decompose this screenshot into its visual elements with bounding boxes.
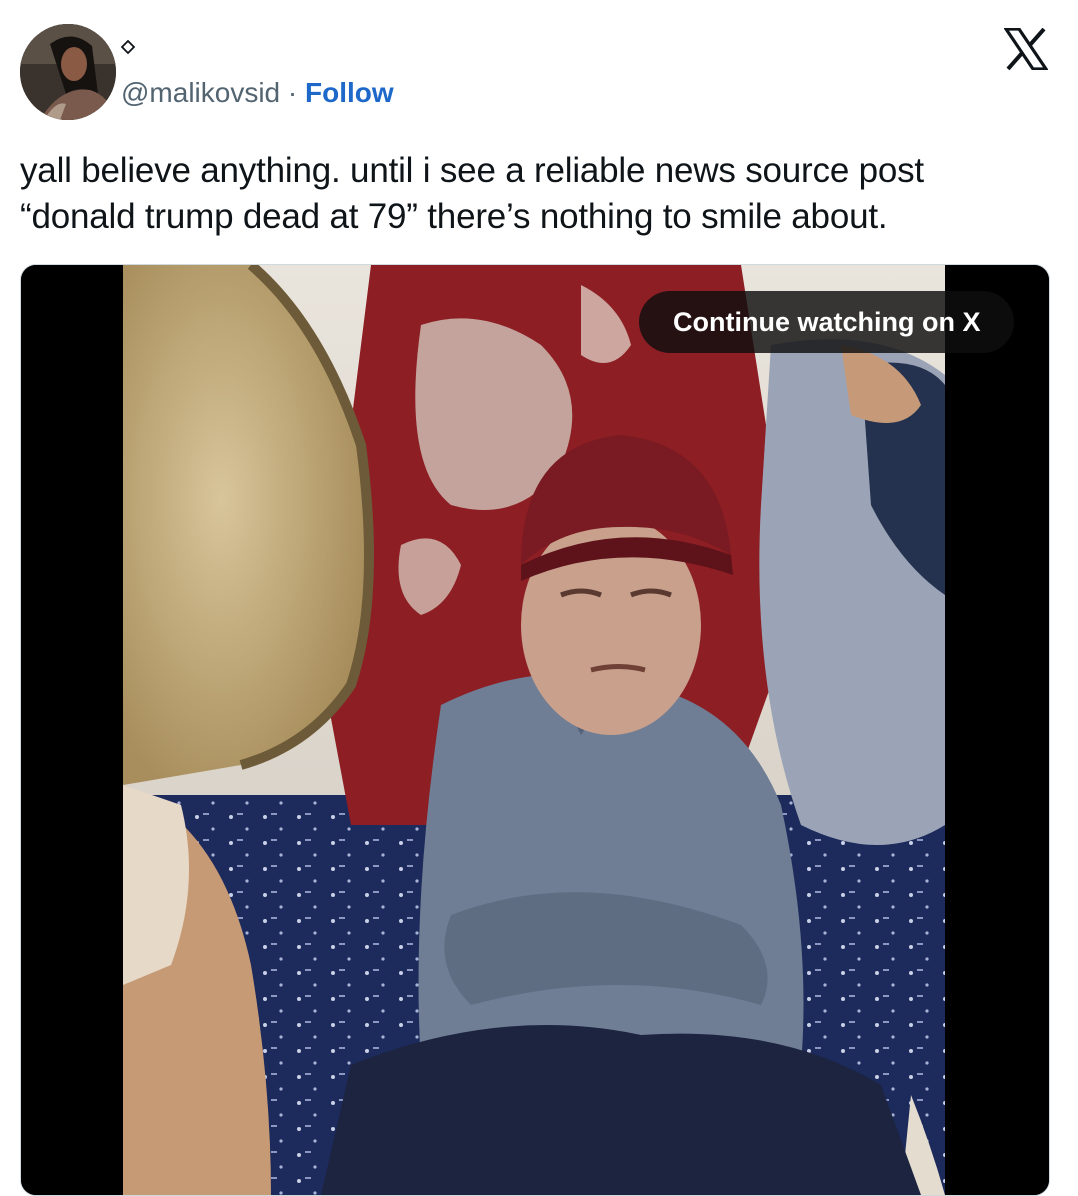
follow-link[interactable]: Follow	[305, 77, 394, 108]
tweet-text-line-2: “donald trump dead at 79” there’s nothin…	[20, 197, 888, 236]
continue-watching-button[interactable]: Continue watching on X	[639, 291, 1015, 353]
tweet-text-line-1: yall believe anything. until i see a rel…	[20, 151, 924, 190]
x-logo-icon[interactable]	[1002, 27, 1050, 71]
video-player[interactable]: Continue watching on X	[20, 264, 1050, 1196]
video-frame	[21, 265, 1049, 1195]
separator-dot: ·	[287, 77, 298, 108]
author-line: @malikovsid · Follow	[121, 76, 394, 110]
author-avatar[interactable]	[20, 24, 116, 120]
tweet-text: yall believe anything. until i see a rel…	[20, 148, 1060, 240]
diamond-badge-icon	[120, 39, 136, 55]
avatar-image	[20, 24, 116, 120]
author-handle[interactable]: @malikovsid	[121, 77, 280, 108]
